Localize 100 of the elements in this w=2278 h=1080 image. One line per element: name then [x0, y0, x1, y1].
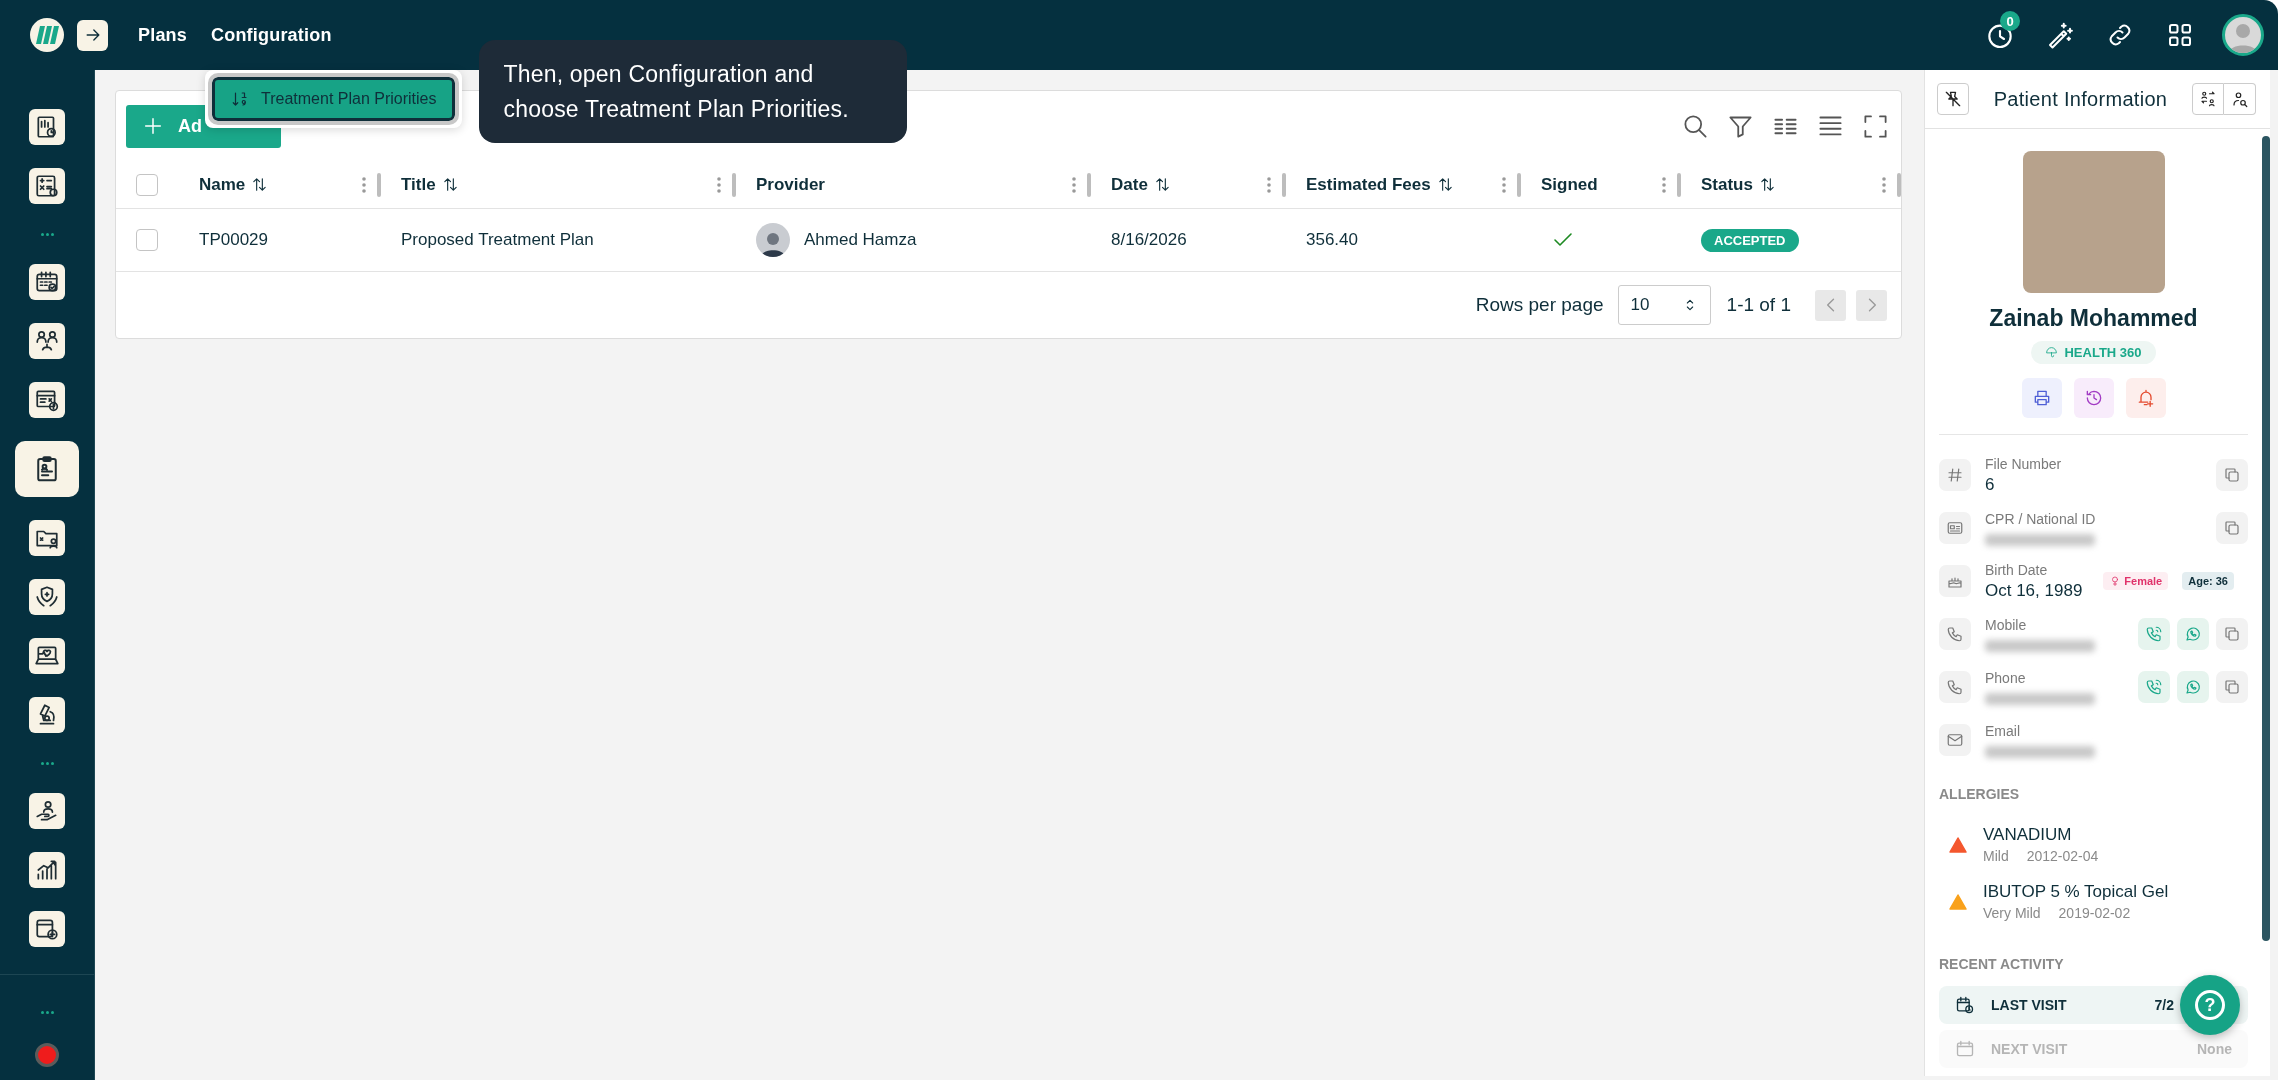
section-heading: ALLERGIES — [1939, 786, 2021, 802]
copy-icon — [2223, 519, 2241, 537]
copy-icon — [2223, 678, 2241, 696]
phone-icon — [1946, 625, 1964, 643]
sort-arrows-icon — [251, 176, 269, 193]
row-checkbox[interactable] — [136, 173, 158, 196]
rows-per-page-label: Rows per page — [1475, 294, 1604, 316]
allergy-severity: Very Mild — [1983, 905, 2041, 921]
sort-arrows-icon — [1153, 176, 1171, 193]
scrollbar[interactable] — [2262, 136, 2270, 941]
sidebar-item[interactable] — [29, 264, 65, 300]
row-checkbox[interactable] — [136, 229, 158, 251]
sidebar-item[interactable] — [29, 109, 65, 145]
allergy-date: 2019-02-02 — [2058, 905, 2131, 921]
calendar-clock-icon — [1955, 995, 1975, 1015]
table-cell-text: 8/16/2026 — [1110, 230, 1188, 250]
hand-person-icon — [34, 798, 60, 824]
user-search-icon — [2230, 90, 2249, 108]
sort-numbers-icon — [231, 90, 249, 108]
sidebar-item[interactable] — [29, 323, 65, 359]
column-menu-icon[interactable] — [1881, 175, 1887, 194]
allergy-name: IBUTOP 5 % Topical Gel — [1983, 882, 2169, 902]
sidebar-item[interactable] — [29, 382, 65, 418]
umbrella-icon — [2045, 346, 2059, 359]
add-reminder-button[interactable] — [2125, 378, 2166, 418]
rows-per-page-select[interactable]: 10 — [1617, 285, 1711, 325]
column-menu-icon[interactable] — [361, 175, 367, 194]
activity-label: NEXT VISIT — [1991, 1041, 2068, 1057]
calendar-icon — [1955, 1039, 1975, 1059]
field-value: Oct 16, 1989 — [1985, 580, 2084, 601]
section-heading: RECENT ACTIVITY — [1939, 956, 2065, 972]
field-label: Mobile — [1985, 616, 2028, 633]
activity-label: LAST VISIT — [1991, 997, 2067, 1013]
chat-bubble-icon — [2184, 678, 2202, 696]
find-patient-button[interactable] — [2224, 83, 2256, 115]
table-cell-text: TP00029 — [198, 230, 269, 250]
invoice-icon — [34, 387, 60, 413]
fullscreen-button[interactable] — [1862, 112, 1889, 140]
nav-link[interactable]: Configuration — [211, 20, 332, 50]
sidebar-item[interactable] — [29, 697, 65, 733]
activity-value: None — [2196, 1041, 2232, 1057]
sort-arrows-icon — [1436, 176, 1454, 193]
chat-bubble-icon — [2184, 625, 2202, 643]
expand-button[interactable] — [77, 19, 108, 51]
unpin-button[interactable] — [1937, 83, 1969, 115]
call-button[interactable] — [2138, 671, 2170, 703]
page-range: 1-1 of 1 — [1726, 294, 1791, 316]
field-label: File Number — [1985, 455, 2063, 472]
column-menu-icon[interactable] — [716, 175, 722, 194]
provider-avatar — [756, 223, 790, 257]
history-button[interactable] — [2073, 378, 2114, 418]
column-header[interactable]: Estimated Fees — [1306, 174, 1454, 195]
column-header[interactable]: Signed — [1541, 174, 1598, 195]
sidebar-item[interactable] — [29, 520, 65, 556]
copy-icon — [2223, 466, 2241, 484]
call-button[interactable] — [2138, 618, 2170, 650]
sidebar-item[interactable] — [29, 168, 65, 204]
record-indicator — [35, 1043, 59, 1067]
sidebar-item[interactable] — [29, 852, 65, 888]
column-menu-icon[interactable] — [1501, 175, 1507, 194]
allergy-name: VANADIUM — [1983, 825, 2073, 845]
allergy-date: 2012-02-04 — [2026, 848, 2099, 864]
allergy-severity: Mild — [1983, 848, 2009, 864]
box-plus-icon — [34, 916, 60, 942]
column-header[interactable]: Provider — [756, 174, 825, 195]
sidebar-item[interactable] — [29, 638, 65, 674]
sort-arrows-icon — [441, 176, 459, 193]
sort-arrows-icon — [1758, 176, 1776, 193]
print-button[interactable] — [2021, 378, 2062, 418]
table-cell-text: Proposed Treatment Plan — [400, 230, 595, 250]
sidebar-item[interactable] — [15, 441, 79, 497]
field-value: 6 — [1985, 474, 1996, 495]
whatsapp-button[interactable] — [2177, 618, 2209, 650]
switch-users-icon — [2199, 90, 2217, 108]
field-label: Phone — [1985, 669, 2027, 686]
app-logo[interactable] — [30, 18, 64, 52]
phone-icon — [1946, 678, 1964, 696]
user-avatar[interactable] — [2222, 14, 2264, 56]
column-menu-icon[interactable] — [1661, 175, 1667, 194]
column-header[interactable]: Date — [1111, 174, 1171, 195]
column-header[interactable]: Status — [1701, 174, 1776, 195]
column-header[interactable]: Title — [401, 174, 459, 195]
nav-link[interactable]: Plans — [138, 20, 188, 50]
phone-call-icon — [2145, 625, 2163, 643]
sidebar-item[interactable] — [29, 911, 65, 947]
fullscreen-icon — [1862, 112, 1889, 140]
table-cell-text: Ahmed Hamza — [803, 230, 917, 250]
sidebar-item[interactable] — [29, 793, 65, 829]
sidebar-item[interactable] — [29, 579, 65, 615]
whatsapp-button[interactable] — [2177, 671, 2209, 703]
age-tag: Age: 36 — [2182, 572, 2234, 590]
field-label: Birth Date — [1985, 561, 2049, 578]
column-header[interactable]: Name — [199, 174, 269, 195]
column-menu-icon[interactable] — [1266, 175, 1272, 194]
notification-badge: 0 — [2000, 11, 2020, 31]
column-menu-icon[interactable] — [1071, 175, 1077, 194]
people-icon — [34, 328, 60, 354]
program-tag: HEALTH 360 — [2031, 341, 2156, 364]
switch-patient-button[interactable] — [2192, 83, 2224, 115]
activity-value: 7/2 — [2154, 997, 2174, 1013]
